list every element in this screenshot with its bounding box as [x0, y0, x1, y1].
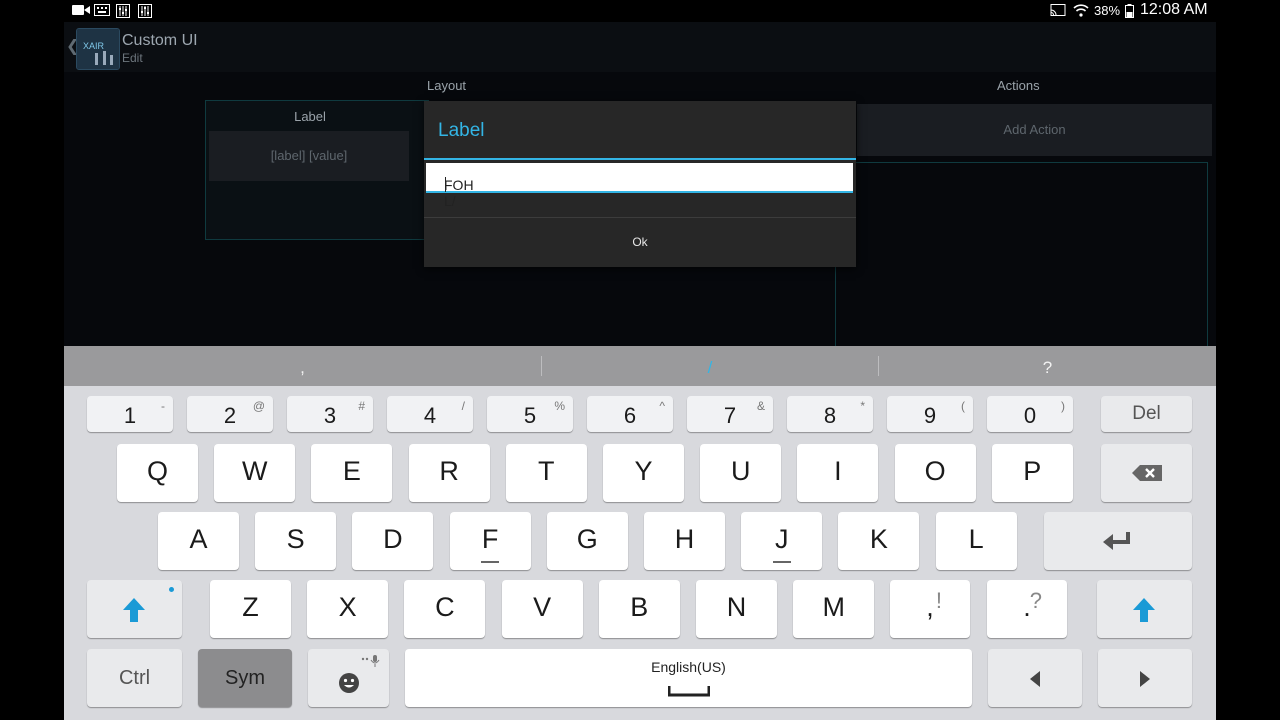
- arrow-left-icon: [1030, 671, 1040, 687]
- key-i[interactable]: I: [797, 444, 879, 502]
- key-l[interactable]: L: [935, 512, 1017, 570]
- key-s[interactable]: S: [255, 512, 337, 570]
- page-subtitle: Edit: [122, 51, 143, 65]
- key-e[interactable]: E: [311, 444, 393, 502]
- key-r[interactable]: R: [408, 444, 490, 502]
- layout-header: Layout: [427, 78, 467, 93]
- space-key[interactable]: English(US): [405, 649, 972, 707]
- home-row-marker: [481, 561, 500, 563]
- cast-icon: [1050, 4, 1066, 18]
- key-m[interactable]: M: [793, 580, 875, 638]
- add-action-button[interactable]: Add Action: [857, 104, 1212, 156]
- ok-button[interactable]: Ok: [424, 218, 856, 267]
- layout-preview[interactable]: Label [label] [value]: [205, 100, 429, 240]
- battery-icon: [1125, 4, 1134, 18]
- key-j[interactable]: J: [741, 512, 823, 570]
- label-input-value: FOH L/: [444, 177, 474, 209]
- key-k[interactable]: K: [838, 512, 920, 570]
- key-w[interactable]: W: [214, 444, 296, 502]
- number-key-9[interactable]: 0): [987, 396, 1073, 432]
- label-dialog: Label FOH L/ Ok: [424, 101, 856, 267]
- number-key-7[interactable]: 8 *: [787, 396, 873, 432]
- home-row-marker: [772, 561, 791, 563]
- key-t[interactable]: T: [505, 444, 587, 502]
- suggestion-slash[interactable]: /: [542, 346, 878, 386]
- number-key-4[interactable]: 5%: [487, 396, 573, 432]
- actions-list-panel: [835, 162, 1208, 347]
- app-logo-icon[interactable]: XAIR: [76, 28, 120, 70]
- wifi-icon: [1073, 4, 1089, 18]
- arrow-right-icon: [1140, 671, 1150, 687]
- key-a[interactable]: A: [158, 512, 239, 570]
- mic-icon: [361, 655, 380, 667]
- ctrl-key[interactable]: Ctrl: [87, 649, 182, 707]
- dialog-divider: [424, 158, 856, 160]
- keyboard-icon: [94, 4, 110, 18]
- period-key[interactable]: . ?: [987, 580, 1067, 638]
- shift-indicator-dot: [169, 587, 174, 592]
- shift-key-left[interactable]: [87, 580, 182, 638]
- number-key-5[interactable]: 6 ^: [587, 396, 673, 432]
- suggestion-question[interactable]: ?: [879, 346, 1216, 386]
- key-c[interactable]: C: [404, 580, 486, 638]
- suggestion-comma[interactable]: ,: [64, 346, 541, 386]
- battery-percent: 38%: [1094, 3, 1121, 18]
- cursor-left-key[interactable]: [988, 649, 1082, 707]
- comma-key[interactable]: , !: [890, 580, 970, 638]
- video-icon: [72, 4, 90, 18]
- key-n[interactable]: N: [696, 580, 777, 638]
- key-u[interactable]: U: [700, 444, 782, 502]
- number-key-0[interactable]: 1-: [87, 396, 173, 432]
- key-y[interactable]: Y: [603, 444, 684, 502]
- cursor-right-key[interactable]: [1098, 649, 1192, 707]
- number-key-8[interactable]: 9(: [887, 396, 973, 432]
- key-v[interactable]: V: [501, 580, 583, 638]
- status-bar: 38% 12:08 AM: [0, 0, 1280, 22]
- key-b[interactable]: B: [598, 580, 680, 638]
- shift-key-right[interactable]: [1097, 580, 1192, 638]
- action-bar: ❮ XAIR Custom UI Edit: [64, 22, 1216, 72]
- emoji-key[interactable]: [308, 649, 389, 707]
- number-key-6[interactable]: 7 &: [687, 396, 773, 432]
- text-caret: [445, 177, 446, 192]
- key-p[interactable]: P: [991, 444, 1073, 502]
- key-h[interactable]: H: [644, 512, 725, 570]
- clock: 12:08 AM: [1140, 1, 1208, 18]
- svg-text:XAIR: XAIR: [83, 41, 105, 51]
- mixer-icon-2: [138, 4, 152, 18]
- key-o[interactable]: O: [894, 444, 976, 502]
- soft-keyboard: , / ? Del , ! . ? Ctrl Sym English(US) 1…: [64, 346, 1216, 720]
- backspace-key[interactable]: [1101, 444, 1192, 502]
- page-title: Custom UI: [122, 32, 198, 49]
- key-d[interactable]: D: [352, 512, 434, 570]
- mixer-icon: [116, 4, 130, 18]
- del-key[interactable]: Del: [1101, 396, 1192, 432]
- smiley-icon: [339, 673, 359, 693]
- number-key-3[interactable]: 4/: [387, 396, 473, 432]
- key-x[interactable]: X: [307, 580, 389, 638]
- number-key-2[interactable]: 3 #: [287, 396, 373, 432]
- space-bar-icon: [668, 686, 710, 697]
- label-text-input[interactable]: FOH L/: [426, 163, 853, 209]
- key-z[interactable]: Z: [210, 580, 291, 638]
- dialog-title: Label: [438, 120, 485, 141]
- layout-label-heading: Label: [294, 109, 326, 124]
- key-q[interactable]: Q: [117, 444, 198, 502]
- key-g[interactable]: G: [546, 512, 628, 570]
- space-language-label: English(US): [651, 659, 726, 675]
- sym-key[interactable]: Sym: [198, 649, 292, 707]
- layout-value-field[interactable]: [label] [value]: [209, 131, 409, 181]
- enter-key[interactable]: [1044, 512, 1192, 570]
- actions-header: Actions: [997, 78, 1040, 93]
- number-key-1[interactable]: 2 @: [187, 396, 273, 432]
- key-f[interactable]: F: [449, 512, 531, 570]
- suggestion-bar: , / ?: [64, 346, 1216, 386]
